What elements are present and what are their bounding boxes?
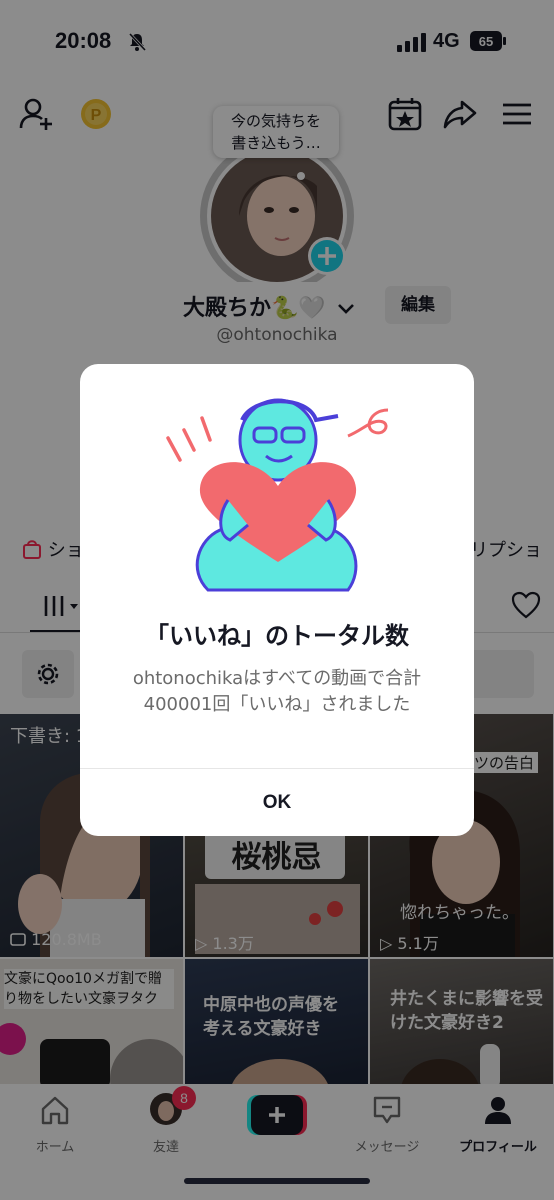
dialog-title: 「いいね」のトータル数 <box>145 622 409 650</box>
dialog-message: ohtonochikaはすべての動画で合計400001回「いいね」されました <box>132 668 422 715</box>
home-icon <box>41 1096 69 1125</box>
nav-messages-label: メッセージ <box>354 1140 420 1155</box>
friends-notification-badge: 8 <box>172 1086 196 1110</box>
heart-hug-illustration <box>166 398 389 592</box>
total-likes-dialog: 「いいね」のトータル数 ohtonochikaはすべての動画で合計400001回… <box>80 364 474 836</box>
message-icon <box>373 1096 401 1124</box>
nav-friends[interactable]: 友達 <box>111 1092 221 1162</box>
profile-icon <box>485 1097 511 1124</box>
nav-home-label: ホーム <box>35 1140 75 1155</box>
nav-profile[interactable]: プロフィール <box>443 1092 553 1162</box>
create-button[interactable] <box>247 1095 307 1135</box>
home-indicator[interactable] <box>184 1178 370 1184</box>
nav-messages[interactable]: メッセージ <box>332 1092 442 1162</box>
nav-profile-label: プロフィール <box>459 1140 537 1155</box>
nav-friends-label: 友達 <box>152 1140 179 1155</box>
ok-button[interactable]: OK <box>80 769 474 836</box>
nav-home[interactable]: ホーム <box>0 1092 110 1162</box>
